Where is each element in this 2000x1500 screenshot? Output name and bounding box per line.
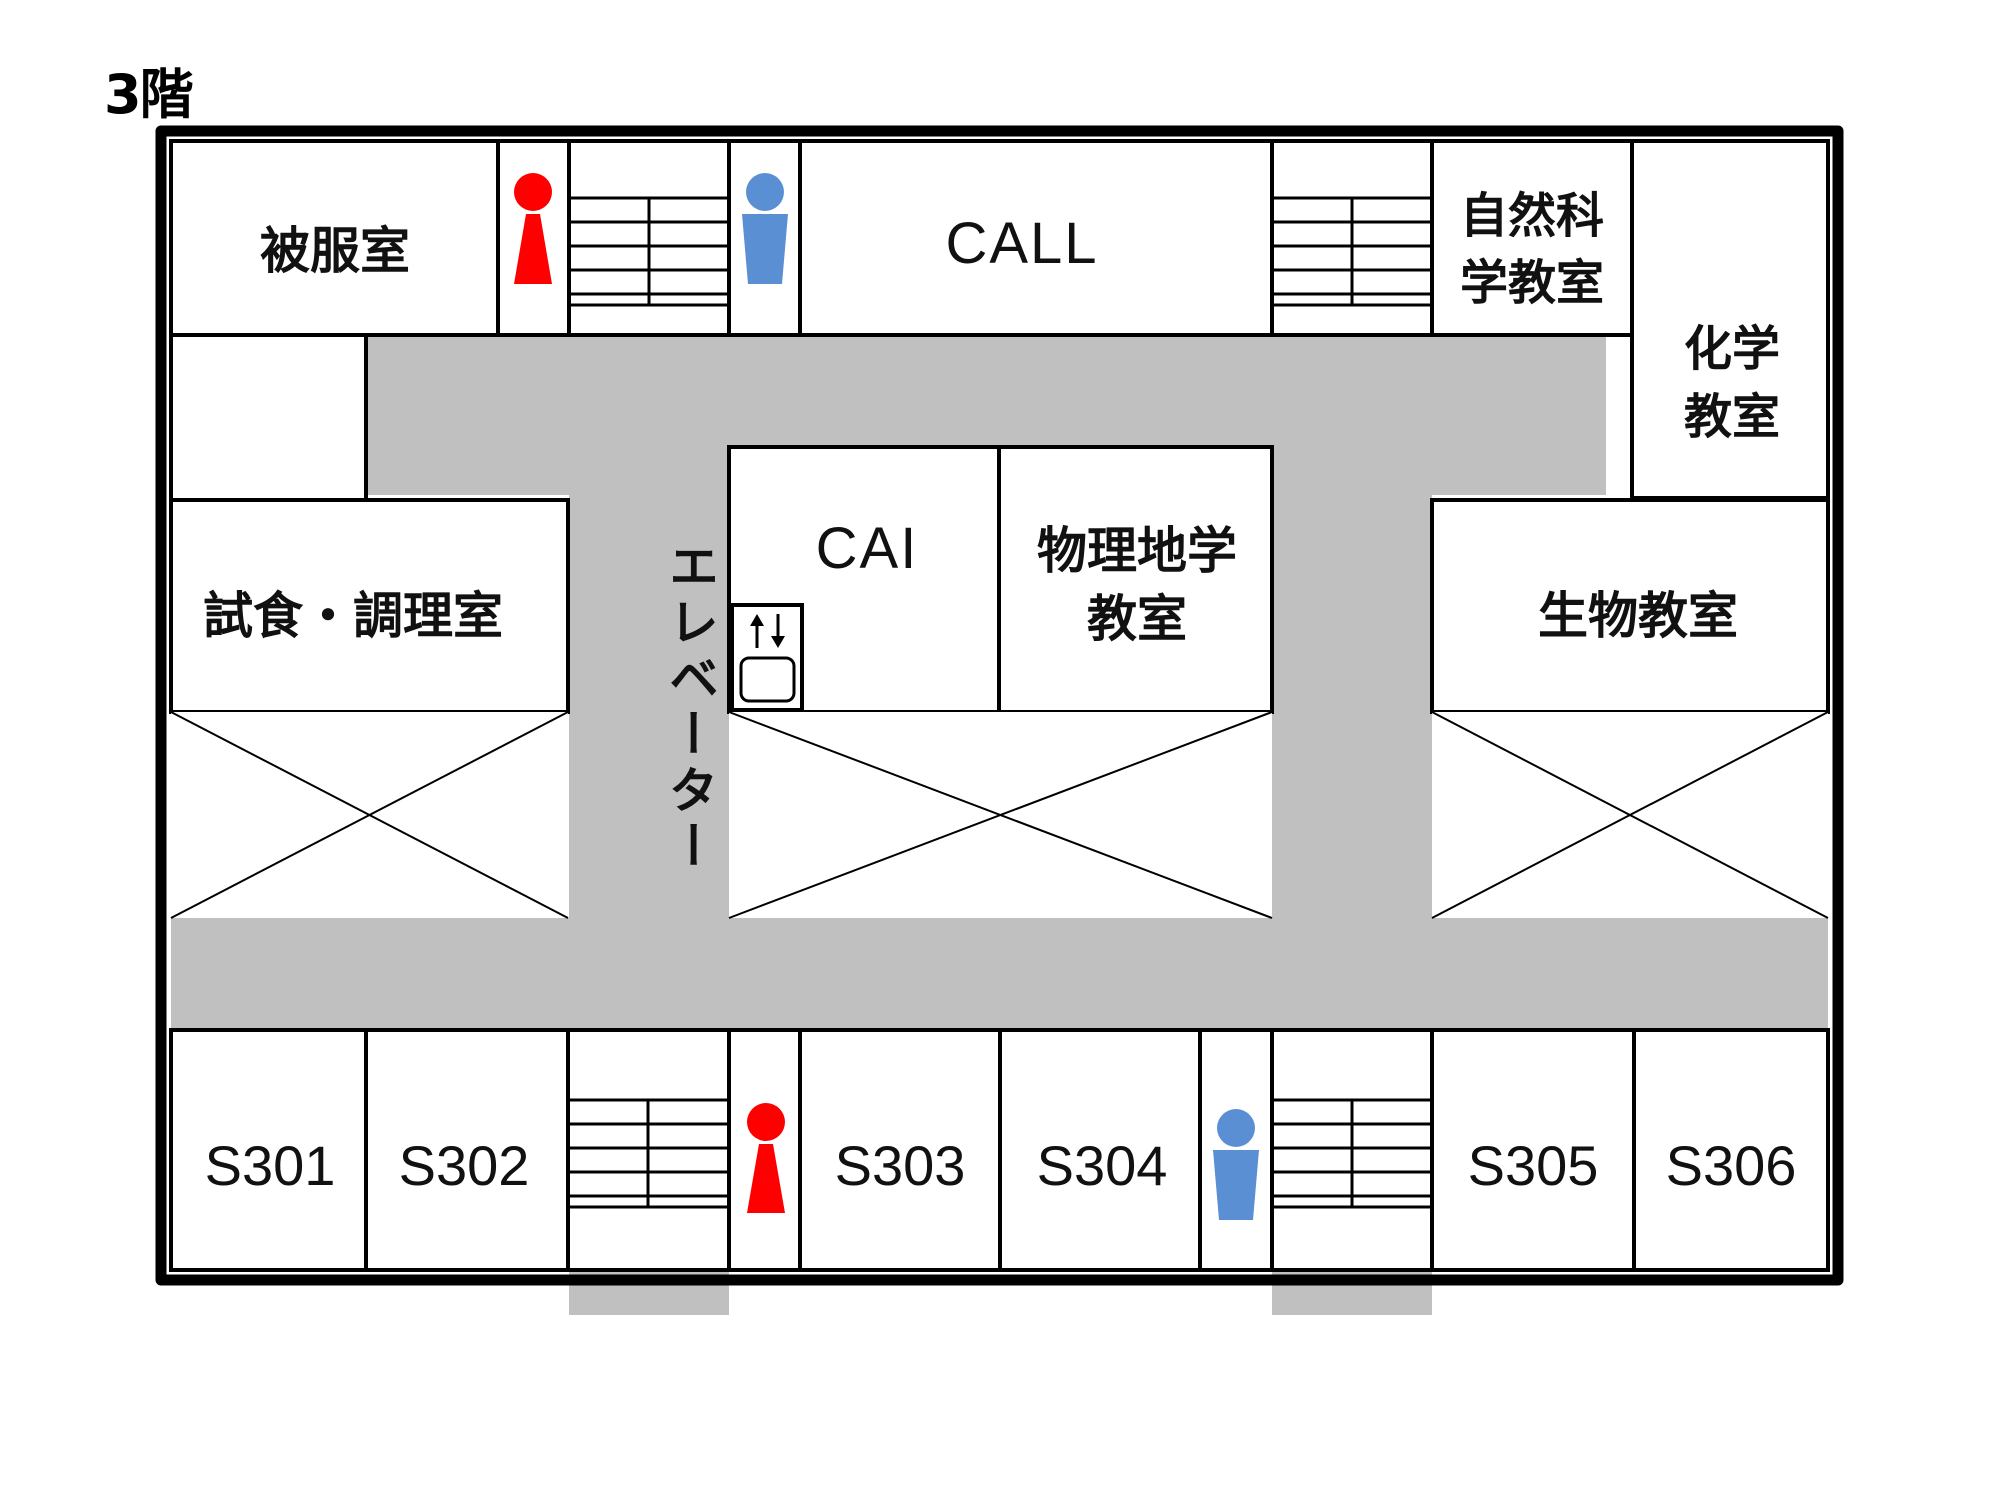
room-hifuku-label: 被服室 — [260, 222, 410, 280]
room-call-label: CALL — [945, 211, 1098, 276]
room-s306-label: S306 — [1666, 1134, 1797, 1197]
room-s305-label: S305 — [1468, 1134, 1599, 1197]
room-s303-label: S303 — [835, 1134, 966, 1197]
elevator-icon — [730, 603, 804, 712]
room-shishoku-label: 試食・調理室 — [203, 587, 503, 645]
room-s304-label: S304 — [1037, 1134, 1168, 1197]
floor-plan: 被服室 CALL 自然科 学教室 化学 教室 試食・調理室 CAI 物理地学 教… — [155, 125, 1844, 1315]
room-seibutsu-label: 生物教室 — [1538, 587, 1738, 645]
room-kagaku-label-line2: 教室 — [1684, 389, 1780, 445]
room-butsuri-label-line2: 教室 — [1087, 590, 1187, 648]
room-shizen-label-line2: 学教室 — [1460, 255, 1604, 311]
male-restroom-icon — [742, 173, 788, 284]
male-restroom-icon — [1213, 1109, 1259, 1220]
void-areas — [170, 711, 1829, 919]
room-butsuri-label-line1: 物理地学 — [1037, 522, 1237, 580]
room-s302-label: S302 — [399, 1134, 530, 1197]
room-cai-label: CAI — [816, 516, 919, 581]
room-kagaku-label-line1: 化学 — [1684, 321, 1780, 377]
elevator-label: エレベーター — [661, 540, 719, 876]
room-s301-label: S301 — [205, 1134, 336, 1197]
room-shizen-label-line1: 自然科 — [1460, 188, 1604, 244]
